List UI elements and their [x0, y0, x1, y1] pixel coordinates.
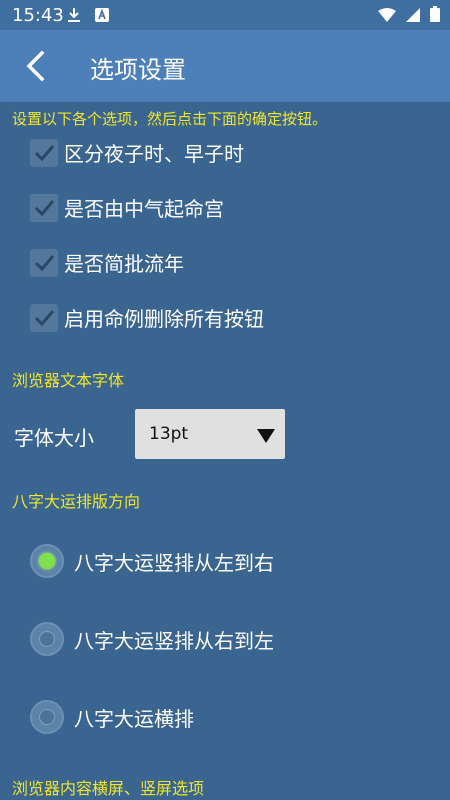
radio-button[interactable] — [30, 544, 64, 578]
app-bar: 选项设置 — [0, 30, 450, 102]
checkbox-row-brief-liunian[interactable]: 是否简批流年 — [30, 248, 184, 277]
checkbox-label: 是否简批流年 — [64, 252, 184, 276]
checkbox-label: 区分夜子时、早子时 — [64, 142, 244, 166]
font-size-select[interactable]: 13pt — [135, 409, 285, 459]
section-orientation-label: 浏览器内容横屏、竖屏选项 — [12, 779, 205, 798]
checkmark-icon — [34, 199, 55, 216]
chevron-left-icon[interactable] — [18, 48, 54, 84]
checkbox-row-enable-delete-all[interactable]: 启用命例删除所有按钮 — [30, 303, 264, 332]
status-time: 15:43 — [12, 5, 64, 26]
font-size-value: 13pt — [149, 424, 189, 444]
section-direction-label: 八字大运排版方向 — [12, 492, 141, 511]
radio-row-vertical-left-to-right[interactable]: 八字大运竖排从左到右 — [30, 544, 274, 578]
instruction-text: 设置以下各个选项，然后点击下面的确定按钮。 — [12, 110, 328, 128]
checkbox-row-distinguish-zishi[interactable]: 区分夜子时、早子时 — [30, 138, 244, 167]
radio-button[interactable] — [30, 622, 64, 656]
checkbox-row-zhongqi-minggong[interactable]: 是否由中气起命宫 — [30, 193, 224, 222]
download-icon — [66, 7, 82, 27]
section-font-label: 浏览器文本字体 — [12, 371, 125, 390]
a-box-icon — [94, 7, 110, 27]
radio-button[interactable] — [30, 700, 64, 734]
checkbox[interactable] — [30, 248, 58, 277]
radio-label: 八字大运横排 — [74, 706, 194, 731]
checkbox[interactable] — [30, 193, 58, 222]
checkbox[interactable] — [30, 303, 58, 332]
font-size-label: 字体大小 — [14, 426, 94, 450]
settings-content: 设置以下各个选项，然后点击下面的确定按钮。 区分夜子时、早子时 是否由中气起命宫… — [0, 102, 450, 800]
checkbox-label: 是否由中气起命宫 — [64, 197, 224, 221]
page-title: 选项设置 — [90, 56, 186, 84]
signal-icon — [406, 7, 420, 26]
checkmark-icon — [34, 309, 55, 326]
status-bar: 15:43 — [0, 0, 450, 30]
checkbox[interactable] — [30, 138, 58, 167]
radio-row-horizontal[interactable]: 八字大运横排 — [30, 700, 194, 734]
radio-row-vertical-right-to-left[interactable]: 八字大运竖排从右到左 — [30, 622, 274, 656]
checkmark-icon — [34, 144, 55, 161]
checkmark-icon — [34, 254, 55, 271]
dropdown-arrow-icon — [257, 428, 275, 447]
radio-label: 八字大运竖排从右到左 — [74, 628, 274, 653]
checkbox-label: 启用命例删除所有按钮 — [64, 307, 264, 331]
radio-label: 八字大运竖排从左到右 — [74, 550, 274, 575]
wifi-icon — [378, 7, 396, 26]
battery-icon — [430, 6, 440, 26]
